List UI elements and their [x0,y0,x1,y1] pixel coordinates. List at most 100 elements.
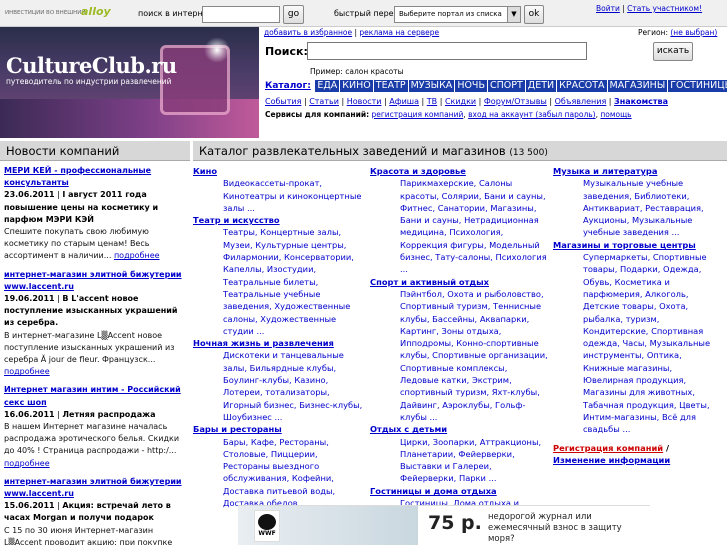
catalog-items[interactable]: Музыкальные учебные заведения, Библиотек… [553,177,723,238]
category-night[interactable]: НОЧЬ [455,80,487,92]
catalog-column-3: Музыка и литература Музыкальные учебные … [553,165,723,466]
category-music[interactable]: МУЗЫКА [408,80,455,92]
news-body: С 15 по 30 июня Интернет-магазин L▒Accen… [4,525,173,545]
region-link[interactable]: (не выбран) [670,28,717,37]
catalog-items[interactable]: Театры, Концертные залы, Музеи, Культурн… [193,226,363,337]
search-example: Пример: салон красоты [310,67,404,76]
news-title[interactable]: МЕРИ КЕЙ - профессиональные консультанты [4,165,186,189]
wwf-ad-banner[interactable]: WWF 75 р. недорогой журнал или ежемесячн… [238,505,650,545]
category-food[interactable]: ЕДА [315,80,340,92]
ad-brand: WWF [258,530,276,537]
service-register[interactable]: регистрация компаний [371,110,463,119]
catalog-items[interactable]: Цирки, Зоопарки, Аттракционы, Планетарии… [370,436,548,485]
panda-icon: WWF [254,510,280,542]
nav-events[interactable]: События [265,97,301,106]
top-bar: ИНВЕСТИЦИИ ВО ВНЕШНИЙ alloy поиск в инте… [0,0,727,27]
news-title[interactable]: интернет-магазин элитной бижутерии www.l… [4,269,186,293]
nav-discounts[interactable]: Скидки [445,97,476,106]
category-cinema[interactable]: КИНО [340,80,373,92]
catalog-section-beauty[interactable]: Красота и здоровье [370,165,548,177]
portal-select[interactable]: Выберите портал из списка ▼ [394,6,521,23]
services-line: Сервисы для компаний: регистрация компан… [265,110,632,119]
catalog-count: (13 500) [509,148,548,158]
nav-tv[interactable]: ТВ [427,97,437,106]
catalog-column-1: Кино Видеокассеты-прокат, Кинотеатры и к… [193,165,363,509]
category-beauty[interactable]: КРАСОТА [557,80,607,92]
login-link[interactable]: Войти [596,4,620,13]
change-info-link[interactable]: Изменение информации [553,455,670,465]
nav-ads[interactable]: Объявления [555,97,607,106]
catalog-section-bars[interactable]: Бары и рестораны [193,423,363,435]
category-theatre[interactable]: ТЕАТР [373,80,408,92]
catalog-section-cinema[interactable]: Кино [193,165,363,177]
news-more-link[interactable]: подробнее [4,367,50,376]
service-help[interactable]: помощь [600,110,631,119]
site-tagline: путеводитель по индустрии развлечений [6,77,172,86]
catalog-section-sport[interactable]: Спорт и активный отдых [370,276,548,288]
news-title[interactable]: интернет-магазин элитной бижутерии www.l… [4,476,186,500]
register-link[interactable]: Стать участником! [627,4,702,13]
catalog-label[interactable]: Каталог: [265,81,311,91]
star-icon [204,37,230,63]
catalog-section-kids[interactable]: Отдых с детьми [370,423,548,435]
news-body: В интернет-магазине L▒Accent новое посту… [4,330,175,365]
catalog-section-music[interactable]: Музыка и литература [553,165,723,177]
ad-text: недорогой журнал или ежемесячный взнос в… [488,512,622,544]
catalog-heading: Каталог развлекательных заведений и мага… [193,141,727,161]
catalog-section-nightlife[interactable]: Ночная жизнь и развлечения [193,337,363,349]
category-sport[interactable]: СПОРТ [487,80,525,92]
catalog-column-2: Красота и здоровье Парикмахерские, Салон… [370,165,548,522]
news-lead: Летняя распродажа [62,409,156,419]
register-company-link[interactable]: Регистрация компаний [553,443,663,453]
news-date: 23.06.2011 [4,190,55,200]
news-column: Новости компаний МЕРИ КЕЙ - профессионал… [0,141,190,545]
catalog-section-theatre[interactable]: Театр и искусство [193,214,363,226]
category-kids[interactable]: ДЕТИ [525,80,557,92]
news-item: интернет-магазин элитной бижутерии www.l… [4,476,186,545]
service-login[interactable]: вход на аккаунт (забыл пароль) [468,110,595,119]
nav-afisha[interactable]: Афиша [389,97,419,106]
add-favorites-link[interactable]: добавить в избранное [264,28,352,37]
site-search-input[interactable] [307,42,587,60]
catalog-items[interactable]: Бары, Кафе, Рестораны, Столовые, Пиццери… [193,436,363,510]
web-search-go-button[interactable]: go [283,5,304,24]
site-banner[interactable]: CultureClub.ru путеводитель по индустрии… [0,27,259,138]
search-label: Поиск: [265,45,308,58]
catalog-items[interactable]: Видеокассеты-прокат, Кинотеатры и киноко… [193,177,363,214]
chevron-down-icon[interactable]: ▼ [507,7,520,22]
catalog-items[interactable]: Парикмахерские, Салоны красоты, Солярии,… [370,177,548,275]
catalog-section-shops[interactable]: Магазины и торговые центры [553,239,723,251]
nav-articles[interactable]: Статьи [309,97,339,106]
news-date: 15.06.2011 [4,501,55,511]
ad-price: 75 р. [428,512,482,534]
nav-news[interactable]: Новости [347,97,382,106]
site-logo[interactable]: CultureClub.ru [6,53,177,78]
news-title[interactable]: Интернет магазин интим - Российский секс… [4,384,186,408]
category-hotels[interactable]: ГОСТИНИЦЫ [668,80,727,92]
nav-dating[interactable]: Знакомства [614,97,668,106]
site-search-button[interactable]: искать [653,42,693,61]
catalog-items[interactable]: Супермаркеты, Спортивные товары, Подарки… [553,251,723,435]
nav-forum[interactable]: Форум/Отзывы [484,97,547,106]
catalog-items[interactable]: Дискотеки и танцевальные залы, Бильярдны… [193,349,363,423]
catalog-section-hotels[interactable]: Гостиницы и дома отдыха [370,485,548,497]
alloy-banner[interactable]: ИНВЕСТИЦИИ ВО ВНЕШНИЙ alloy [3,3,111,23]
news-date: 16.06.2011 [4,409,55,419]
main-nav: События | Статьи | Новости | Афиша | ТВ … [265,97,668,106]
web-search-input[interactable] [202,6,280,23]
region-label: Регион: [638,28,668,37]
news-heading: Новости компаний [0,141,190,161]
news-more-link[interactable]: подробнее [4,459,50,468]
news-more-link[interactable]: подробнее [114,251,160,260]
catalog-items[interactable]: Пэйнтбол, Охота и рыболовство, Спортивны… [370,288,548,423]
advertising-link[interactable]: реклама на сервере [359,28,439,37]
category-shops[interactable]: МАГАЗИНЫ [607,80,668,92]
alloy-logo: alloy [81,5,111,18]
news-item: Интернет магазин интим - Российский секс… [4,384,186,469]
portal-ok-button[interactable]: ok [524,5,544,24]
news-item: интернет-магазин элитной бижутерии www.l… [4,269,186,379]
services-label: Сервисы для компаний: [265,110,370,119]
news-body: В нашем Интернет магазине началась распр… [4,422,180,456]
header-right: добавить в избранное | реклама на сервер… [262,27,727,138]
portal-select-value: Выберите портал из списка [399,10,502,18]
